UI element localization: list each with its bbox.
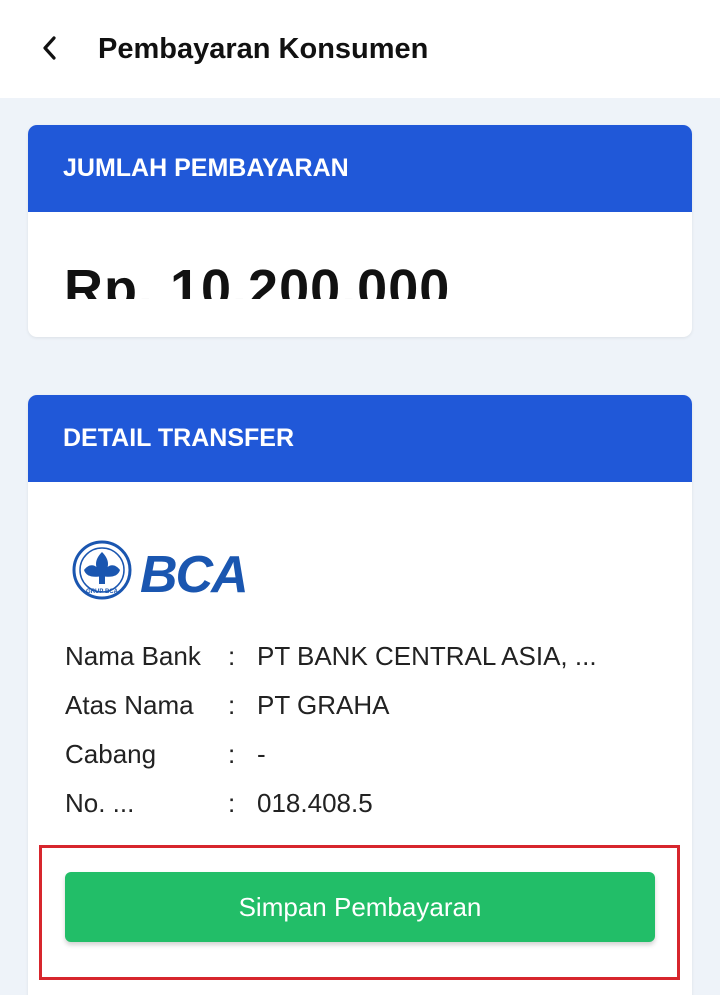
payment-amount-card: JUMLAH PEMBAYARAN Rp. 10.200.000 bbox=[28, 125, 692, 337]
bca-logo-icon: GRUP BCA BCA bbox=[72, 540, 249, 604]
bca-logo: GRUP BCA BCA bbox=[72, 540, 272, 604]
row-label: No. ... bbox=[65, 788, 135, 818]
row-label: Cabang bbox=[65, 739, 157, 769]
row-value: 018.408.5 bbox=[257, 788, 373, 818]
svg-text:GRUP BCA: GRUP BCA bbox=[86, 589, 119, 595]
svg-text:BCA: BCA bbox=[140, 546, 247, 604]
transfer-detail-heading: DETAIL TRANSFER bbox=[28, 395, 692, 482]
save-payment-button[interactable]: Simpan Pembayaran bbox=[65, 872, 655, 942]
row-colon: : bbox=[228, 788, 236, 818]
page-title: Pembayaran Konsumen bbox=[98, 33, 429, 65]
row-colon: : bbox=[228, 641, 236, 671]
payment-amount-value: Rp. 10.200.000 bbox=[64, 259, 451, 299]
row-colon: : bbox=[228, 739, 236, 769]
row-colon: : bbox=[228, 690, 236, 720]
row-value: PT BANK CENTRAL ASIA, ... bbox=[257, 641, 597, 671]
payment-amount-heading: JUMLAH PEMBAYARAN bbox=[28, 125, 692, 212]
row-label: Atas Nama bbox=[65, 690, 194, 720]
chevron-left-icon bbox=[43, 36, 56, 60]
payment-amount-clip: Rp. 10.200.000 bbox=[64, 235, 664, 299]
row-label: Nama Bank bbox=[65, 641, 201, 671]
row-value: - bbox=[257, 739, 266, 769]
back-button[interactable] bbox=[30, 28, 70, 68]
top-app-bar: Pembayaran Konsumen bbox=[0, 0, 720, 98]
row-value: PT GRAHA bbox=[257, 690, 390, 720]
